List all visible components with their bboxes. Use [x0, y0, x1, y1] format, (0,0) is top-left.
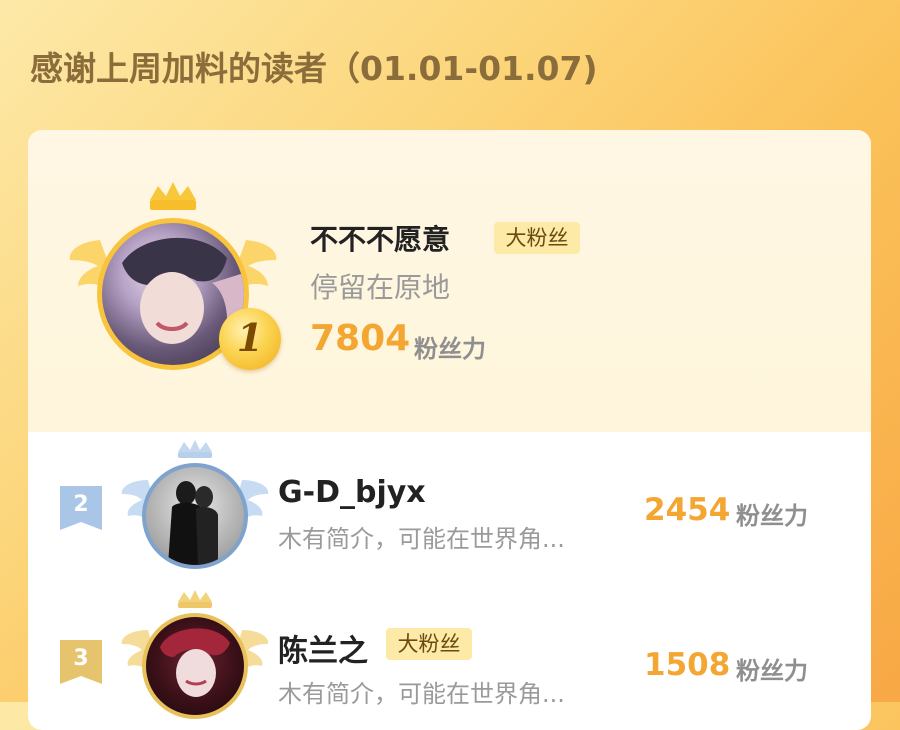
- rank-2-number: 2: [73, 492, 89, 517]
- page-title: 感谢上周加料的读者（01.01-01.07): [30, 49, 598, 88]
- rank-flag-icon: 3: [60, 640, 102, 684]
- avatar: [146, 617, 244, 715]
- rank-2-unit: 粉丝力: [736, 502, 808, 530]
- rank-2-name[interactable]: G-D_bjyx: [278, 475, 426, 510]
- rank-2-bio: 木有简介，可能在世界角...: [278, 525, 565, 553]
- ranking-card: 1 不不不愿意 大粉丝 停留在原地 7804 粉丝力 2 G-D_bjyx 木有…: [28, 130, 871, 730]
- rank-3-unit: 粉丝力: [736, 657, 808, 685]
- rank-2-avatar-frame[interactable]: [120, 440, 270, 570]
- medal-icon: 1: [219, 308, 281, 370]
- rank-3-score: 1508: [644, 647, 731, 683]
- crown-icon: [178, 590, 212, 608]
- crown-icon: [150, 182, 196, 210]
- rank-1-unit: 粉丝力: [414, 335, 486, 363]
- crown-icon: [178, 440, 212, 458]
- avatar: [146, 467, 244, 565]
- rank-1-name[interactable]: 不不不愿意: [310, 218, 450, 258]
- rank-flag-icon: 2: [60, 486, 102, 530]
- rank-1-number: 1: [236, 315, 264, 360]
- rank-1-badge: 大粉丝: [494, 222, 580, 254]
- rank-3-name[interactable]: 陈兰之: [278, 626, 368, 670]
- rank-2-score: 2454: [644, 492, 731, 528]
- rank-3-number: 3: [73, 646, 89, 671]
- rank-1-bio: 停留在原地: [310, 271, 451, 304]
- rank-1-avatar-frame[interactable]: 1: [68, 182, 281, 372]
- rank-3-badge: 大粉丝: [386, 628, 472, 660]
- rank-3-bio: 木有简介，可能在世界角...: [278, 680, 565, 708]
- rank-1-score: 7804: [310, 318, 411, 359]
- rank-3-avatar-frame[interactable]: [120, 590, 270, 720]
